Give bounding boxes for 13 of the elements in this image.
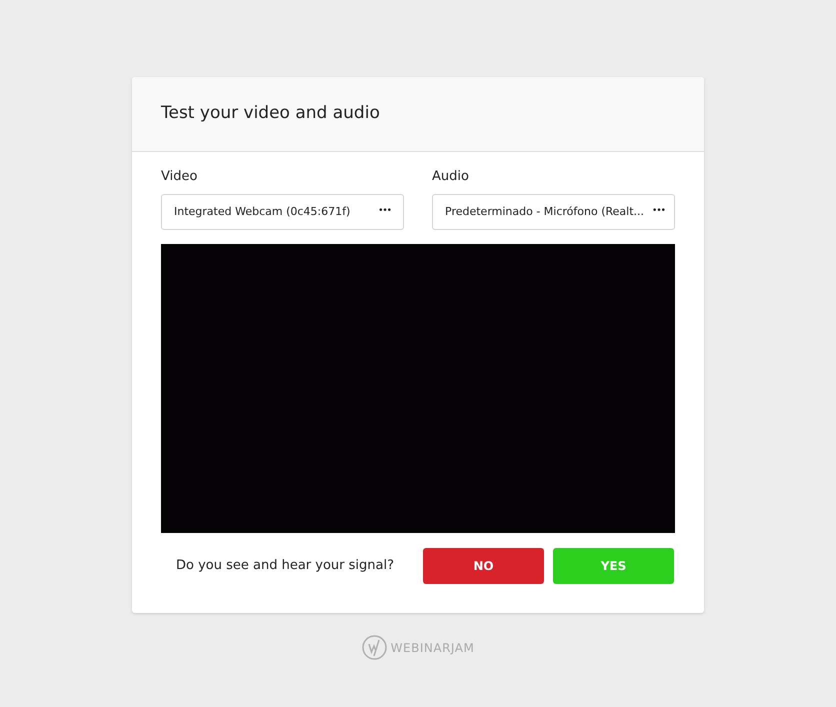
dialog-title: Test your video and audio: [161, 102, 380, 126]
prompt-text: Do you see and hear your signal?: [175, 557, 396, 576]
device-select[interactable]: Integrated Webcam (0c45:671f) •••: [161, 194, 404, 230]
brand-name: WEBINARJAM: [390, 640, 474, 656]
select-value: Integrated Webcam (0c45:671f): [174, 204, 350, 220]
select-value: Predeterminado - Micrófono (Realt...: [445, 204, 644, 220]
device-select[interactable]: Predeterminado - Micrófono (Realt... •••: [432, 194, 675, 230]
no-button[interactable]: NO: [423, 548, 544, 584]
logo-icon: [362, 635, 387, 660]
more-options[interactable]: •••: [652, 205, 665, 219]
field-label: Audio: [432, 168, 470, 186]
more-options[interactable]: •••: [378, 205, 391, 219]
field-label: Video: [161, 168, 198, 186]
